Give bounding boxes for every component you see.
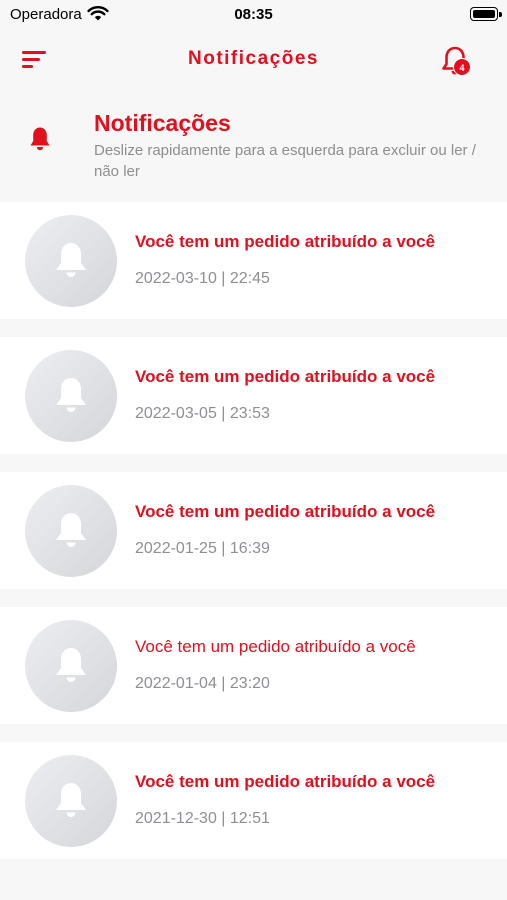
notification-title: Você tem um pedido atribuído a você: [135, 367, 436, 386]
notification-count-badge: 4: [453, 58, 471, 76]
nav-bar: Notificações: [0, 30, 507, 90]
bell-icon: [56, 378, 86, 412]
notifications-header: Notificações Deslize rapidamente para a …: [0, 92, 507, 200]
hamburger-menu-icon[interactable]: [22, 48, 48, 70]
notification-date: 2022-01-25 | 16:39: [135, 540, 270, 557]
notification-date: 2021-12-30 | 12:51: [135, 810, 270, 827]
notification-title: Você tem um pedido atribuído a você: [135, 502, 436, 521]
notification-title: Você tem um pedido atribuído a você: [135, 637, 416, 656]
notification-title: Você tem um pedido atribuído a você: [135, 772, 436, 791]
notification-list: Você tem um pedido atribuído a você 2022…: [0, 202, 507, 877]
notification-avatar: [25, 755, 117, 847]
page-title: Notificações: [188, 48, 319, 69]
notification-item[interactable]: Você tem um pedido atribuído a você 2022…: [0, 337, 507, 454]
notification-item[interactable]: Você tem um pedido atribuído a você 2022…: [0, 607, 507, 724]
notification-avatar: [25, 350, 117, 442]
notification-item[interactable]: Você tem um pedido atribuído a você 2021…: [0, 742, 507, 859]
notification-date: 2022-01-04 | 23:20: [135, 675, 270, 692]
section-subtitle: Deslize rapidamente para a esquerda para…: [94, 142, 476, 180]
bell-icon: [56, 513, 86, 547]
bell-icon: [56, 243, 86, 277]
section-title: Notificações: [94, 110, 231, 136]
notification-avatar: [25, 215, 117, 307]
notification-title: Você tem um pedido atribuído a você: [135, 232, 436, 251]
notification-date: 2022-03-10 | 22:45: [135, 270, 270, 287]
battery-icon: [470, 7, 502, 21]
notification-avatar: [25, 485, 117, 577]
bell-icon: [56, 783, 86, 817]
status-time: 08:35: [234, 6, 273, 23]
notification-item[interactable]: Você tem um pedido atribuído a você 2022…: [0, 472, 507, 589]
notification-date: 2022-03-05 | 23:53: [135, 405, 270, 422]
status-bar: Operadora 08:35: [0, 0, 507, 30]
notification-avatar: [25, 620, 117, 712]
bell-icon: [56, 648, 86, 682]
bell-icon: [30, 127, 50, 151]
notification-item[interactable]: Você tem um pedido atribuído a você 2022…: [0, 202, 507, 319]
